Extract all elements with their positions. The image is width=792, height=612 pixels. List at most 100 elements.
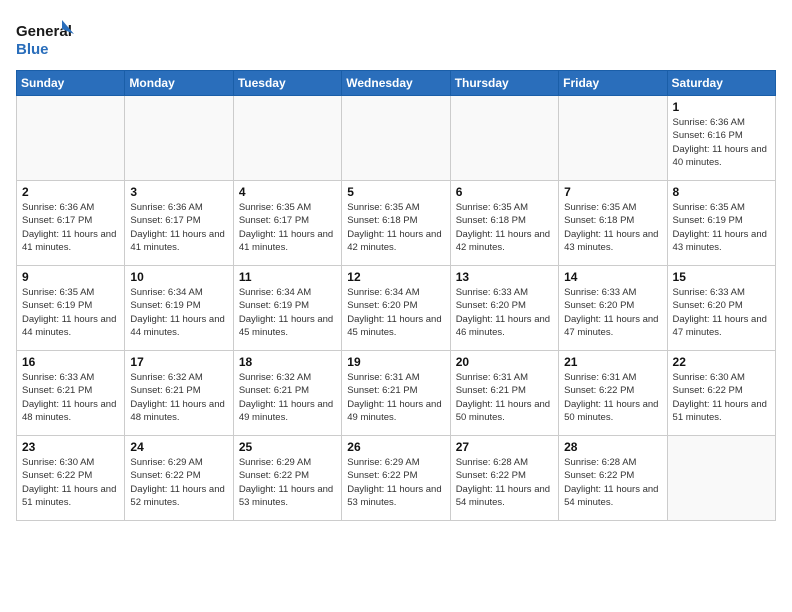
day-number: 3 bbox=[130, 185, 227, 199]
day-number: 7 bbox=[564, 185, 661, 199]
day-info: Sunrise: 6:32 AMSunset: 6:21 PMDaylight:… bbox=[239, 371, 336, 424]
day-cell: 11 Sunrise: 6:34 AMSunset: 6:19 PMDayligh… bbox=[233, 266, 341, 351]
day-cell: 4Sunrise: 6:35 AMSunset: 6:17 PMDaylight… bbox=[233, 181, 341, 266]
day-info: Sunrise: 6:33 AMSunset: 6:20 PMDaylight:… bbox=[673, 286, 770, 339]
weekday-header-saturday: Saturday bbox=[667, 71, 775, 96]
day-cell: 5Sunrise: 6:35 AMSunset: 6:18 PMDaylight… bbox=[342, 181, 450, 266]
day-cell bbox=[342, 96, 450, 181]
day-info: Sunrise: 6:35 AMSunset: 6:17 PMDaylight:… bbox=[239, 201, 336, 254]
week-row-3: 9 Sunrise: 6:35 AMSunset: 6:19 PMDaylight… bbox=[17, 266, 776, 351]
day-cell: 23 Sunrise: 6:30 AMSunset: 6:22 PMDayligh… bbox=[17, 436, 125, 521]
weekday-header-wednesday: Wednesday bbox=[342, 71, 450, 96]
day-cell: 21 Sunrise: 6:31 AMSunset: 6:22 PMDayligh… bbox=[559, 351, 667, 436]
day-number: 9 bbox=[22, 270, 119, 284]
day-number: 10 bbox=[130, 270, 227, 284]
day-number: 18 bbox=[239, 355, 336, 369]
day-info: Sunrise: 6:29 AMSunset: 6:22 PMDaylight:… bbox=[130, 456, 227, 509]
weekday-header-thursday: Thursday bbox=[450, 71, 558, 96]
weekday-header-tuesday: Tuesday bbox=[233, 71, 341, 96]
day-number: 16 bbox=[22, 355, 119, 369]
day-info: Sunrise: 6:33 AMSunset: 6:20 PMDaylight:… bbox=[456, 286, 553, 339]
day-number: 15 bbox=[673, 270, 770, 284]
day-number: 25 bbox=[239, 440, 336, 454]
day-cell: 18 Sunrise: 6:32 AMSunset: 6:21 PMDayligh… bbox=[233, 351, 341, 436]
day-cell: 16 Sunrise: 6:33 AMSunset: 6:21 PMDayligh… bbox=[17, 351, 125, 436]
day-cell: 6 Sunrise: 6:35 AMSunset: 6:18 PMDaylight… bbox=[450, 181, 558, 266]
day-info: Sunrise: 6:36 AMSunset: 6:17 PMDaylight:… bbox=[130, 201, 227, 254]
weekday-header-monday: Monday bbox=[125, 71, 233, 96]
day-cell: 26 Sunrise: 6:29 AMSunset: 6:22 PMDayligh… bbox=[342, 436, 450, 521]
day-info: Sunrise: 6:35 AMSunset: 6:18 PMDaylight:… bbox=[347, 201, 444, 254]
day-cell: 17 Sunrise: 6:32 AMSunset: 6:21 PMDayligh… bbox=[125, 351, 233, 436]
day-cell bbox=[233, 96, 341, 181]
day-cell bbox=[667, 436, 775, 521]
day-cell: 22 Sunrise: 6:30 AMSunset: 6:22 PMDayligh… bbox=[667, 351, 775, 436]
day-cell: 7 Sunrise: 6:35 AMSunset: 6:18 PMDaylight… bbox=[559, 181, 667, 266]
day-info: Sunrise: 6:35 AMSunset: 6:18 PMDaylight:… bbox=[564, 201, 661, 254]
day-info: Sunrise: 6:33 AMSunset: 6:21 PMDaylight:… bbox=[22, 371, 119, 424]
day-cell: 27 Sunrise: 6:28 AMSunset: 6:22 PMDayligh… bbox=[450, 436, 558, 521]
day-cell: 15 Sunrise: 6:33 AMSunset: 6:20 PMDayligh… bbox=[667, 266, 775, 351]
day-info: Sunrise: 6:36 AMSunset: 6:17 PMDaylight:… bbox=[22, 201, 119, 254]
day-cell: 1 Sunrise: 6:36 AMSunset: 6:16 PMDaylight… bbox=[667, 96, 775, 181]
day-cell bbox=[450, 96, 558, 181]
day-info: Sunrise: 6:29 AMSunset: 6:22 PMDaylight:… bbox=[239, 456, 336, 509]
day-info: Sunrise: 6:33 AMSunset: 6:20 PMDaylight:… bbox=[564, 286, 661, 339]
day-cell: 3 Sunrise: 6:36 AMSunset: 6:17 PMDaylight… bbox=[125, 181, 233, 266]
day-info: Sunrise: 6:36 AMSunset: 6:16 PMDaylight:… bbox=[673, 116, 770, 169]
day-number: 14 bbox=[564, 270, 661, 284]
day-number: 8 bbox=[673, 185, 770, 199]
day-number: 28 bbox=[564, 440, 661, 454]
day-cell: 20 Sunrise: 6:31 AMSunset: 6:21 PMDayligh… bbox=[450, 351, 558, 436]
day-cell: 2Sunrise: 6:36 AMSunset: 6:17 PMDaylight… bbox=[17, 181, 125, 266]
day-info: Sunrise: 6:29 AMSunset: 6:22 PMDaylight:… bbox=[347, 456, 444, 509]
day-cell: 24 Sunrise: 6:29 AMSunset: 6:22 PMDayligh… bbox=[125, 436, 233, 521]
week-row-4: 16 Sunrise: 6:33 AMSunset: 6:21 PMDayligh… bbox=[17, 351, 776, 436]
day-cell: 14 Sunrise: 6:33 AMSunset: 6:20 PMDayligh… bbox=[559, 266, 667, 351]
day-number: 19 bbox=[347, 355, 444, 369]
day-info: Sunrise: 6:32 AMSunset: 6:21 PMDaylight:… bbox=[130, 371, 227, 424]
day-info: Sunrise: 6:34 AMSunset: 6:19 PMDaylight:… bbox=[130, 286, 227, 339]
week-row-1: 1 Sunrise: 6:36 AMSunset: 6:16 PMDaylight… bbox=[17, 96, 776, 181]
day-number: 13 bbox=[456, 270, 553, 284]
day-number: 20 bbox=[456, 355, 553, 369]
day-number: 26 bbox=[347, 440, 444, 454]
day-info: Sunrise: 6:30 AMSunset: 6:22 PMDaylight:… bbox=[22, 456, 119, 509]
logo-svg: GeneralBlue bbox=[16, 16, 76, 60]
day-number: 1 bbox=[673, 100, 770, 114]
day-info: Sunrise: 6:30 AMSunset: 6:22 PMDaylight:… bbox=[673, 371, 770, 424]
day-info: Sunrise: 6:31 AMSunset: 6:21 PMDaylight:… bbox=[347, 371, 444, 424]
day-cell: 13 Sunrise: 6:33 AMSunset: 6:20 PMDayligh… bbox=[450, 266, 558, 351]
day-cell bbox=[559, 96, 667, 181]
day-info: Sunrise: 6:35 AMSunset: 6:19 PMDaylight:… bbox=[22, 286, 119, 339]
day-number: 23 bbox=[22, 440, 119, 454]
day-info: Sunrise: 6:31 AMSunset: 6:22 PMDaylight:… bbox=[564, 371, 661, 424]
calendar: SundayMondayTuesdayWednesdayThursdayFrid… bbox=[16, 70, 776, 521]
day-number: 27 bbox=[456, 440, 553, 454]
day-info: Sunrise: 6:35 AMSunset: 6:18 PMDaylight:… bbox=[456, 201, 553, 254]
day-number: 24 bbox=[130, 440, 227, 454]
day-info: Sunrise: 6:34 AMSunset: 6:20 PMDaylight:… bbox=[347, 286, 444, 339]
day-number: 21 bbox=[564, 355, 661, 369]
day-cell: 28 Sunrise: 6:28 AMSunset: 6:22 PMDayligh… bbox=[559, 436, 667, 521]
day-info: Sunrise: 6:28 AMSunset: 6:22 PMDaylight:… bbox=[456, 456, 553, 509]
day-number: 17 bbox=[130, 355, 227, 369]
day-cell: 9 Sunrise: 6:35 AMSunset: 6:19 PMDaylight… bbox=[17, 266, 125, 351]
day-number: 6 bbox=[456, 185, 553, 199]
day-number: 12 bbox=[347, 270, 444, 284]
day-info: Sunrise: 6:28 AMSunset: 6:22 PMDaylight:… bbox=[564, 456, 661, 509]
weekday-header-sunday: Sunday bbox=[17, 71, 125, 96]
day-number: 22 bbox=[673, 355, 770, 369]
day-cell bbox=[125, 96, 233, 181]
day-info: Sunrise: 6:31 AMSunset: 6:21 PMDaylight:… bbox=[456, 371, 553, 424]
day-info: Sunrise: 6:34 AMSunset: 6:19 PMDaylight:… bbox=[239, 286, 336, 339]
weekday-header-row: SundayMondayTuesdayWednesdayThursdayFrid… bbox=[17, 71, 776, 96]
day-cell: 25 Sunrise: 6:29 AMSunset: 6:22 PMDayligh… bbox=[233, 436, 341, 521]
page-header: GeneralBlue bbox=[16, 16, 776, 60]
day-number: 11 bbox=[239, 270, 336, 284]
day-cell bbox=[17, 96, 125, 181]
day-cell: 12 Sunrise: 6:34 AMSunset: 6:20 PMDayligh… bbox=[342, 266, 450, 351]
week-row-2: 2Sunrise: 6:36 AMSunset: 6:17 PMDaylight… bbox=[17, 181, 776, 266]
day-cell: 10 Sunrise: 6:34 AMSunset: 6:19 PMDayligh… bbox=[125, 266, 233, 351]
weekday-header-friday: Friday bbox=[559, 71, 667, 96]
